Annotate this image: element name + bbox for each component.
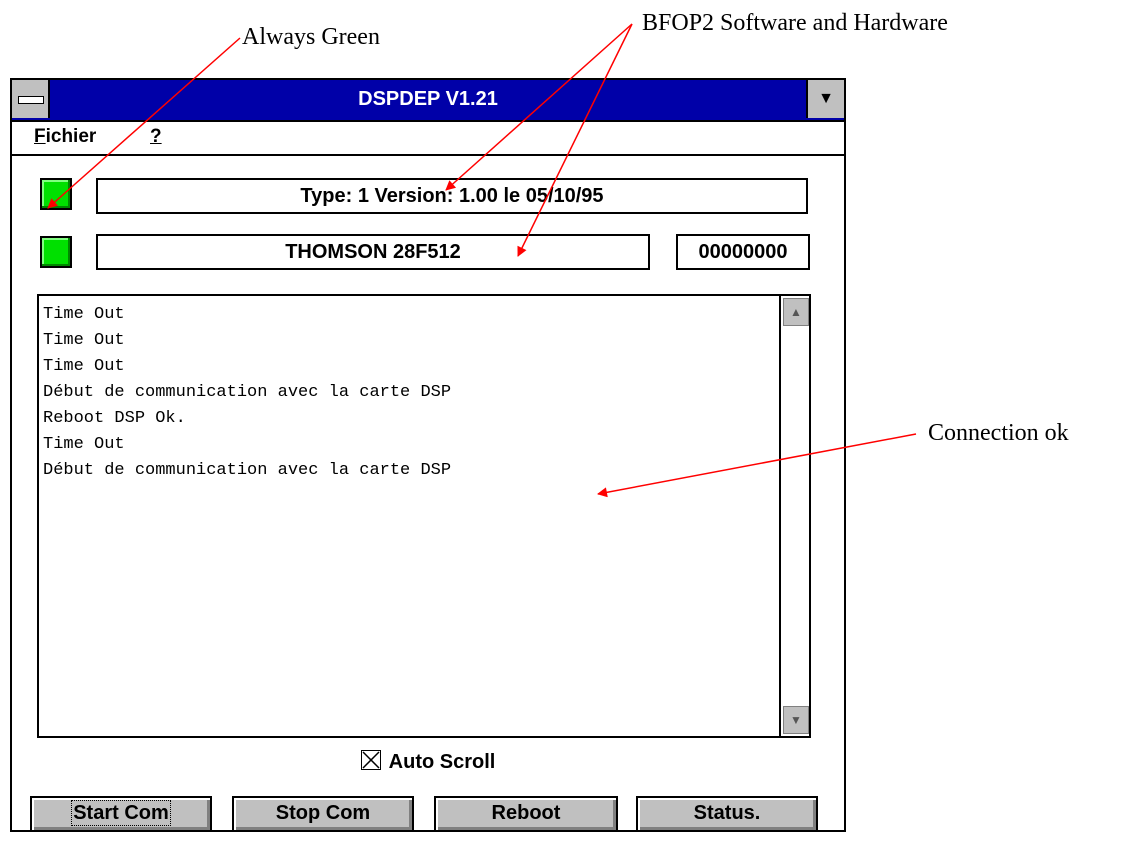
log-line: Time Out xyxy=(43,331,125,350)
start-com-label: Start Com xyxy=(71,800,171,826)
status-label: Status. xyxy=(693,802,761,824)
menu-fichier[interactable]: Fichier xyxy=(34,126,96,148)
window-title: DSPDEP V1.21 xyxy=(358,88,498,110)
log-scrollbar[interactable]: ▲ ▼ xyxy=(779,296,809,736)
annotation-bfop2: BFOP2 Software and Hardware xyxy=(642,10,948,36)
type-version-field: Type: 1 Version: 1.00 le 05/10/95 xyxy=(96,178,808,214)
status-led-1 xyxy=(40,178,72,210)
status-button[interactable]: Status. xyxy=(636,796,818,832)
annotation-connection-ok: Connection ok xyxy=(928,420,1069,446)
chevron-down-icon: ▼ xyxy=(818,90,834,107)
title-bar[interactable]: DSPDEP V1.21 ▼ xyxy=(12,80,844,122)
status-led-2 xyxy=(40,236,72,268)
auto-scroll-checkbox[interactable]: Auto Scroll xyxy=(12,750,844,774)
app-window: DSPDEP V1.21 ▼ Fichier ? Type: 1 Version… xyxy=(10,78,846,832)
log-line: Début de communication avec la carte DSP xyxy=(43,383,452,402)
checkbox-checked-icon xyxy=(360,750,381,770)
log-lines: Time Out Time Out Time Out Début de communi… xyxy=(43,302,775,732)
menu-bar: Fichier ? xyxy=(12,122,844,156)
start-com-button[interactable]: Start Com xyxy=(30,796,212,832)
log-line: Reboot DSP Ok. xyxy=(43,409,186,428)
window-body: Type: 1 Version: 1.00 le 05/10/95 THOMSO… xyxy=(12,156,844,832)
annotation-always-green: Always Green xyxy=(242,24,380,50)
log-line: Time Out xyxy=(43,435,125,454)
reboot-label: Reboot xyxy=(491,802,561,824)
system-menu-icon xyxy=(18,96,44,104)
stop-com-button[interactable]: Stop Com xyxy=(232,796,414,832)
log-line: Début de communication avec la carte DSP xyxy=(43,461,452,480)
scroll-up-button[interactable]: ▲ xyxy=(783,298,809,326)
scroll-down-button[interactable]: ▼ xyxy=(783,706,809,734)
stop-com-label: Stop Com xyxy=(275,802,371,824)
auto-scroll-label: Auto Scroll xyxy=(388,751,496,773)
log-listbox[interactable]: Time Out Time Out Time Out Début de communi… xyxy=(37,294,811,738)
reboot-button[interactable]: Reboot xyxy=(434,796,618,832)
menu-help-label: ? xyxy=(150,126,162,147)
menu-help[interactable]: ? xyxy=(150,126,162,148)
arrow-up-icon: ▲ xyxy=(790,305,802,319)
menu-fichier-mnemonic: F xyxy=(34,126,46,147)
system-menu-button[interactable] xyxy=(12,80,50,118)
counter-field: 00000000 xyxy=(676,234,810,270)
menu-fichier-label: ichier xyxy=(45,126,97,147)
log-line: Time Out xyxy=(43,357,125,376)
log-line: Time Out xyxy=(43,305,125,324)
arrow-down-icon: ▼ xyxy=(790,713,802,727)
flash-chip-field: THOMSON 28F512 xyxy=(96,234,650,270)
minimize-button[interactable]: ▼ xyxy=(806,80,844,118)
